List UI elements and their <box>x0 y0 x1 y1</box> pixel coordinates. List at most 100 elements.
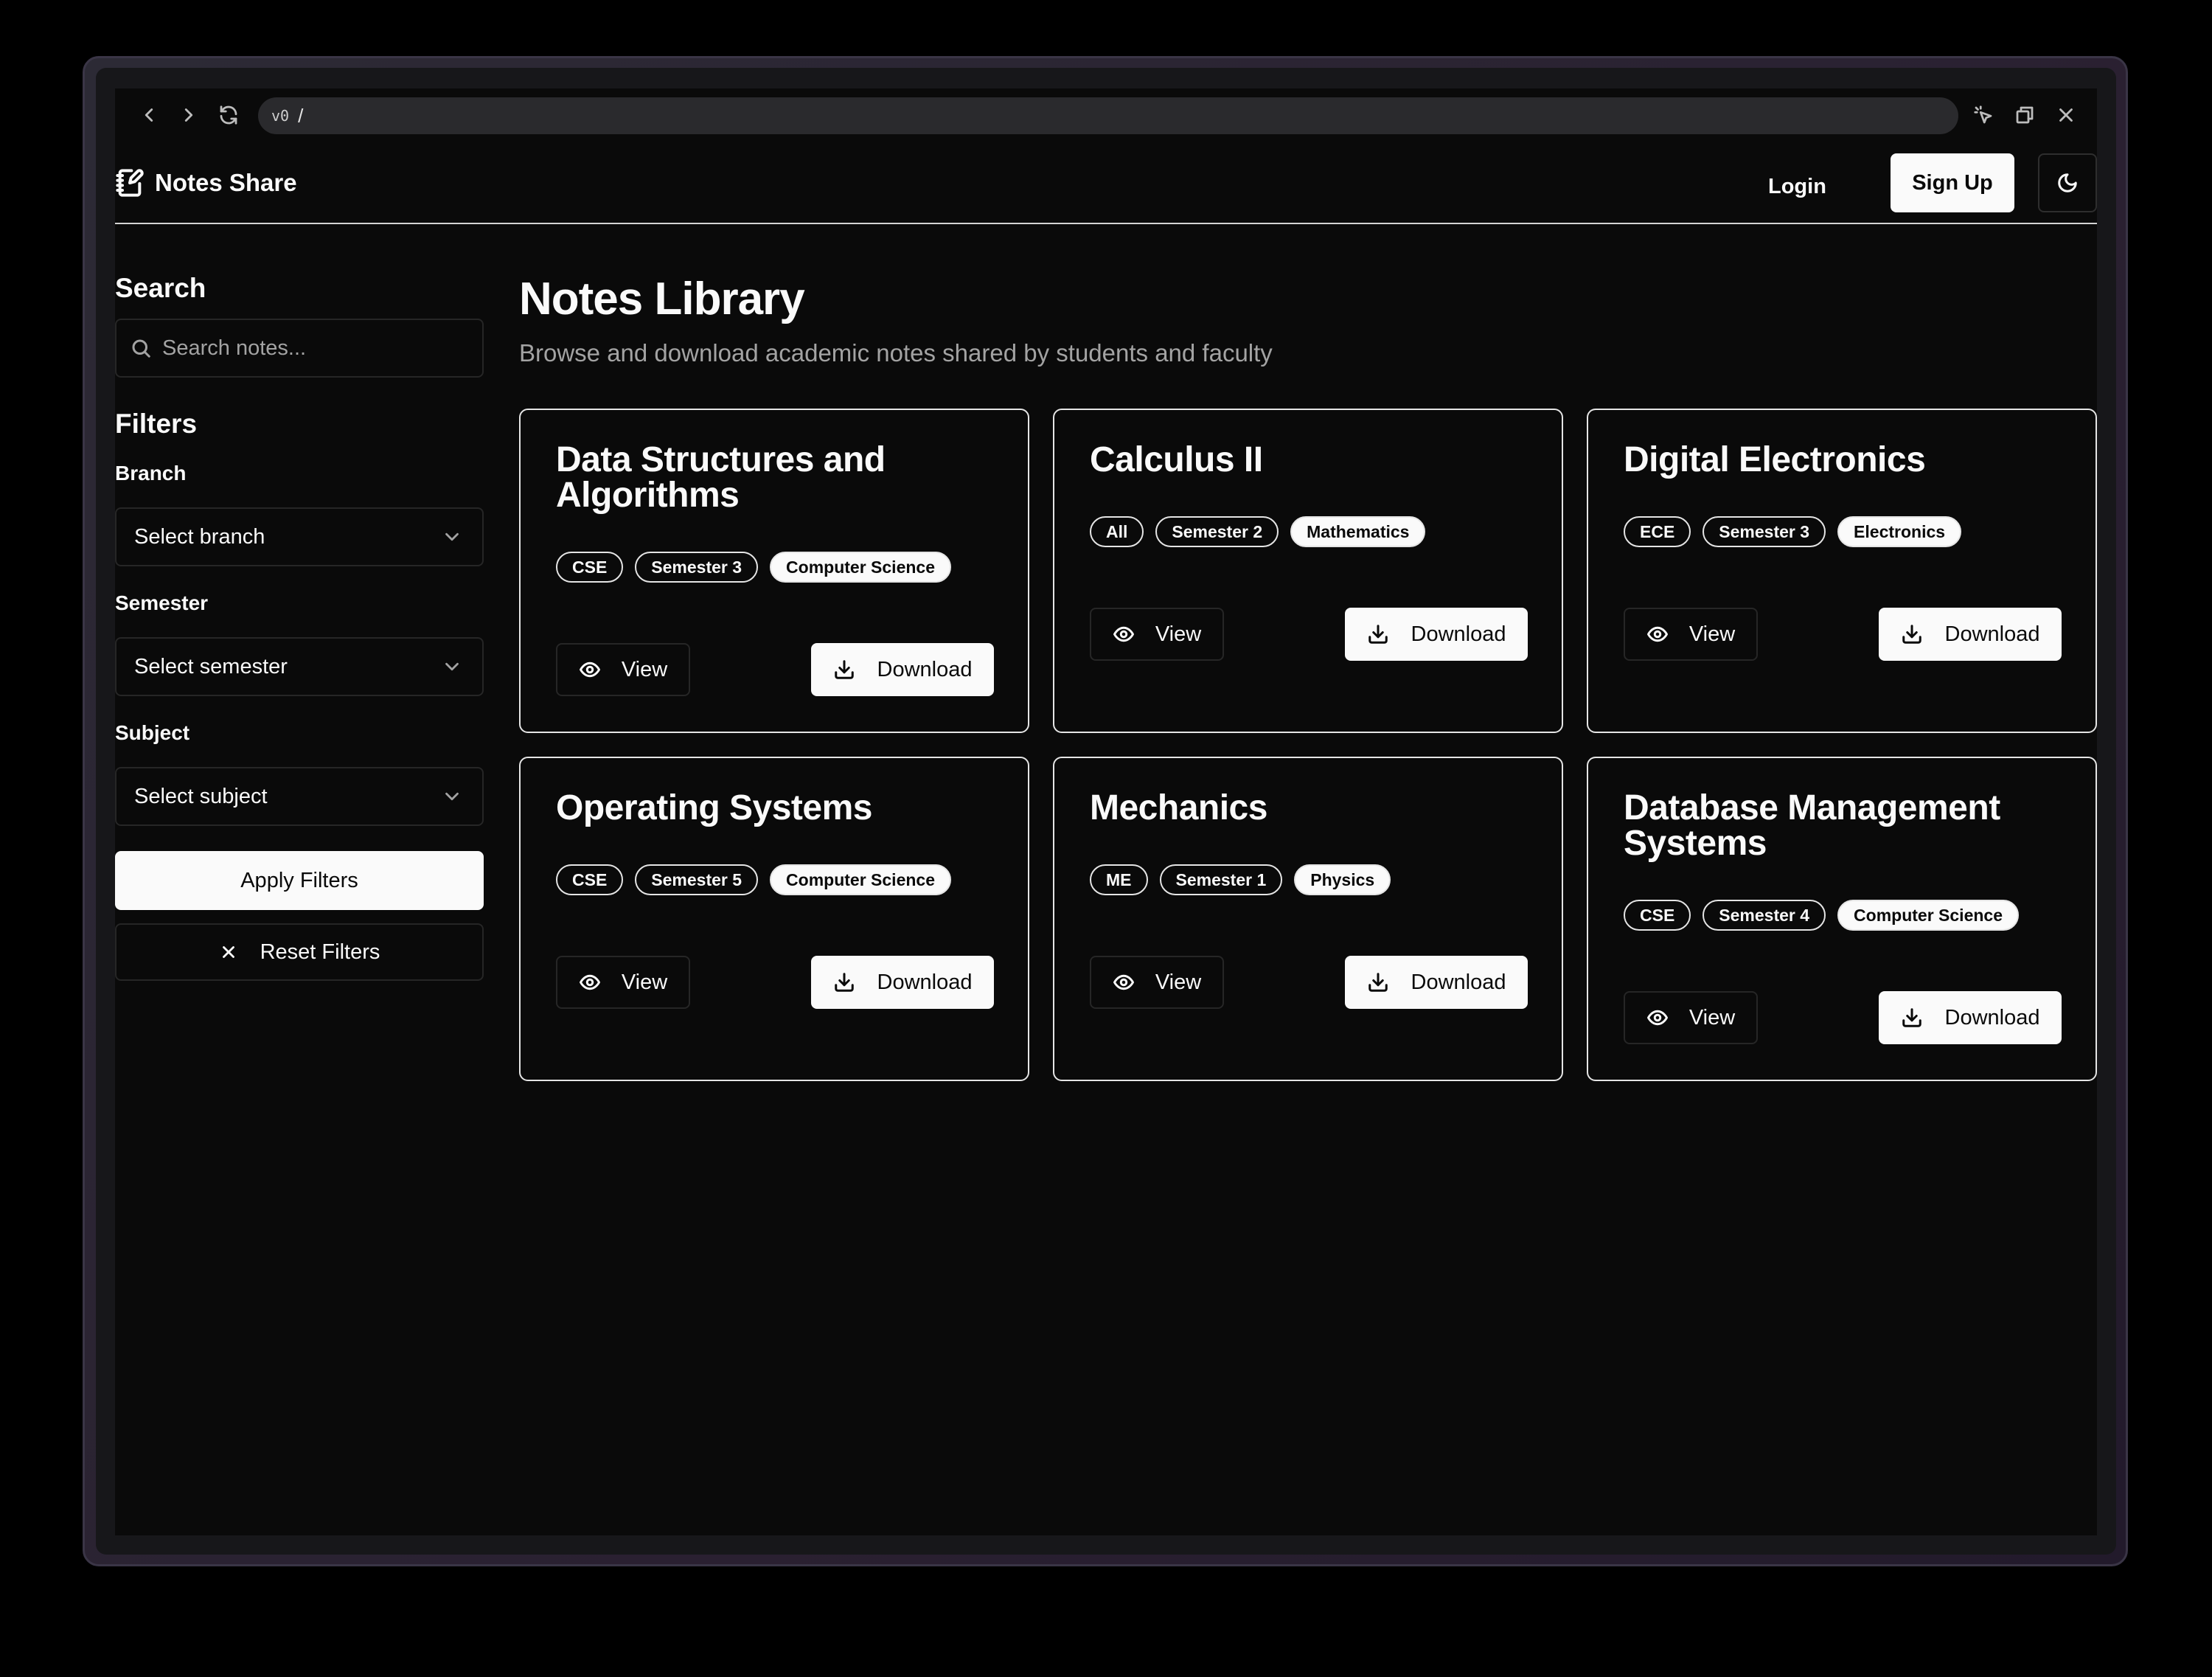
note-card: Operating Systems CSE Semester 5 Compute… <box>519 757 1029 1081</box>
filters-heading: Filters <box>115 409 198 439</box>
semester-label: Semester <box>115 591 209 614</box>
subject-badge: Computer Science <box>770 552 951 583</box>
chevron-down-icon <box>441 526 463 548</box>
branch-select-value: Select branch <box>134 524 265 549</box>
select-element-icon[interactable] <box>1970 102 1997 128</box>
view-button[interactable]: View <box>556 956 690 1009</box>
subject-select[interactable]: Select subject <box>115 767 484 826</box>
branch-badge: ECE <box>1624 516 1691 547</box>
download-icon <box>1368 973 1388 992</box>
semester-select[interactable]: Select semester <box>115 637 484 696</box>
login-button[interactable]: Login <box>1768 168 1826 205</box>
url-bar[interactable]: v0 / <box>258 97 1958 134</box>
popout-icon[interactable] <box>2011 102 2038 128</box>
download-label: Download <box>1411 622 1506 646</box>
reload-icon[interactable] <box>215 102 242 128</box>
note-title: Digital Electronics <box>1624 440 1926 479</box>
note-title: Operating Systems <box>556 788 872 827</box>
reset-filters-button[interactable]: Reset Filters <box>115 923 484 981</box>
branch-badge: ME <box>1090 864 1148 895</box>
download-label: Download <box>1944 622 2040 646</box>
download-icon <box>1902 625 1921 644</box>
subject-badge: Computer Science <box>770 864 951 895</box>
download-icon <box>834 660 854 679</box>
note-tags: CSE Semester 3 Computer Science <box>556 552 951 583</box>
note-title: Mechanics <box>1090 788 1267 827</box>
download-label: Download <box>1944 1005 2040 1030</box>
forward-icon[interactable] <box>175 102 202 128</box>
download-label: Download <box>877 657 973 681</box>
search-input[interactable] <box>152 335 482 361</box>
download-icon <box>1368 625 1388 644</box>
download-button[interactable]: Download <box>1345 608 1528 661</box>
url-path: / <box>298 104 304 127</box>
chevron-down-icon <box>441 656 463 678</box>
download-button[interactable]: Download <box>1345 956 1528 1009</box>
subject-badge: Computer Science <box>1837 900 2019 931</box>
eye-icon <box>1113 626 1134 642</box>
note-tags: ECE Semester 3 Electronics <box>1624 516 1962 547</box>
view-label: View <box>621 657 668 681</box>
note-tags: CSE Semester 5 Computer Science <box>556 864 951 895</box>
viewport: v0 / Notes Share Login Sign Up Search Se… <box>115 88 2097 1535</box>
note-title: Database Management Systems <box>1624 788 2000 863</box>
eye-icon <box>579 662 600 678</box>
brand[interactable]: Notes Share <box>115 168 297 198</box>
branch-select[interactable]: Select branch <box>115 507 484 566</box>
moon-icon <box>2058 173 2077 192</box>
search-icon <box>130 337 152 359</box>
view-label: View <box>1155 622 1202 646</box>
download-button[interactable]: Download <box>1879 991 2062 1044</box>
back-icon[interactable] <box>136 102 162 128</box>
note-title: Calculus II <box>1090 440 1263 479</box>
subject-badge: Mathematics <box>1290 516 1426 547</box>
semester-badge: Semester 3 <box>635 552 759 583</box>
semester-badge: Semester 4 <box>1703 900 1826 931</box>
branch-badge: CSE <box>556 864 624 895</box>
eye-icon <box>1646 626 1668 642</box>
apply-filters-button[interactable]: Apply Filters <box>115 851 484 910</box>
search-field[interactable] <box>115 319 484 378</box>
view-button[interactable]: View <box>1090 956 1224 1009</box>
view-label: View <box>1155 970 1202 994</box>
view-button[interactable]: View <box>1624 991 1758 1044</box>
note-tags: CSE Semester 4 Computer Science <box>1624 900 2019 931</box>
branch-badge: All <box>1090 516 1144 547</box>
eye-icon <box>1646 1010 1668 1026</box>
subject-select-value: Select subject <box>134 784 268 808</box>
semester-badge: Semester 2 <box>1155 516 1279 547</box>
note-card: Data Structures and Algorithms CSE Semes… <box>519 409 1029 733</box>
note-title: Data Structures and Algorithms <box>556 440 886 515</box>
subject-badge: Physics <box>1294 864 1391 895</box>
semester-select-value: Select semester <box>134 654 288 678</box>
branch-label: Branch <box>115 462 187 485</box>
semester-badge: Semester 1 <box>1159 864 1283 895</box>
download-button[interactable]: Download <box>1879 608 2062 661</box>
download-button[interactable]: Download <box>811 956 994 1009</box>
view-button[interactable]: View <box>556 643 690 696</box>
download-label: Download <box>877 970 973 994</box>
download-icon <box>834 973 854 992</box>
close-icon[interactable] <box>2053 102 2079 128</box>
note-tags: ME Semester 1 Physics <box>1090 864 1391 895</box>
theme-toggle-button[interactable] <box>2038 153 2097 212</box>
brand-name: Notes Share <box>155 169 297 196</box>
search-heading: Search <box>115 273 206 303</box>
view-button[interactable]: View <box>1624 608 1758 661</box>
branch-badge: CSE <box>556 552 624 583</box>
view-button[interactable]: View <box>1090 608 1224 661</box>
notebook-pen-icon <box>116 169 144 197</box>
signup-button[interactable]: Sign Up <box>1891 153 2014 212</box>
subject-label: Subject <box>115 721 190 744</box>
reset-filters-label: Reset Filters <box>260 940 380 964</box>
view-label: View <box>621 970 668 994</box>
note-card: Digital Electronics ECE Semester 3 Elect… <box>1587 409 2097 733</box>
view-label: View <box>1688 622 1736 646</box>
eye-icon <box>579 974 600 990</box>
view-label: View <box>1688 1005 1736 1030</box>
download-button[interactable]: Download <box>811 643 994 696</box>
eye-icon <box>1113 974 1134 990</box>
x-icon <box>222 946 234 958</box>
page-title: Notes Library <box>519 274 805 324</box>
subject-badge: Electronics <box>1837 516 1962 547</box>
